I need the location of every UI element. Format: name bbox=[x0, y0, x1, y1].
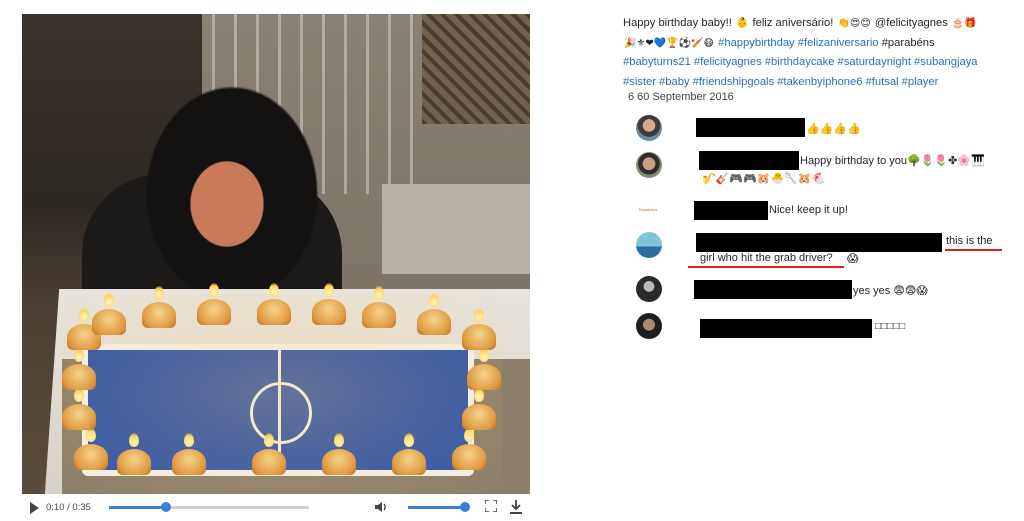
video-candle-flame bbox=[474, 308, 484, 322]
video-candle-flame bbox=[104, 293, 114, 307]
fullscreen-icon[interactable] bbox=[485, 500, 497, 512]
comment-text: Happy birthday to you🌳🌷🌷✤🌸🎹 bbox=[800, 155, 985, 167]
video-frame[interactable] bbox=[22, 14, 530, 494]
video-cupcake bbox=[62, 404, 96, 430]
video-cupcake bbox=[462, 324, 496, 350]
video-cupcake bbox=[322, 449, 356, 475]
comment-text: □□□□□ bbox=[875, 321, 906, 332]
caption-plain-2: #parabéns bbox=[881, 36, 935, 49]
avatar[interactable] bbox=[636, 115, 662, 141]
video-cupcake bbox=[417, 309, 451, 335]
video-progress-knob[interactable] bbox=[161, 502, 172, 512]
cake-emoji-icon: 🎂🎁 bbox=[951, 18, 977, 29]
post-caption: Happy birthday baby!! 👶 feliz aniversári… bbox=[623, 14, 1015, 92]
caption-user-mention[interactable]: @felicityagnes bbox=[875, 17, 948, 29]
video-controls: 0:10 / 0:35 bbox=[22, 494, 530, 521]
avatar[interactable] bbox=[636, 232, 662, 258]
video-candle-flame bbox=[264, 433, 274, 447]
baby-emoji-icon: 👶 bbox=[735, 18, 749, 29]
video-cupcake bbox=[252, 449, 286, 475]
comment-text-underlined: this is the bbox=[946, 235, 993, 247]
redacted-username bbox=[696, 233, 942, 252]
caption-hashtags-4[interactable]: #sister #baby #friendshipgoals #takenbyi… bbox=[623, 73, 1015, 93]
video-shelf bbox=[382, 184, 530, 274]
video-cupcake bbox=[467, 364, 501, 390]
caption-hashtags-2[interactable]: #happybirthday #felizaniversario bbox=[718, 37, 878, 49]
video-cupcake bbox=[257, 299, 291, 325]
video-candle-flame bbox=[154, 286, 164, 300]
caption-hashtags-3[interactable]: #babyturns21 #felicityagnes #birthdaycak… bbox=[623, 53, 1015, 73]
video-candle-flame bbox=[479, 348, 489, 362]
comment-item: □□□□□ bbox=[636, 313, 1016, 341]
video-candle-flame bbox=[464, 428, 474, 442]
volume-knob[interactable] bbox=[460, 502, 470, 512]
party-emoji-icon: 🎉⚜❤💙🏆⚽🏏😷 bbox=[624, 37, 715, 49]
redacted-username bbox=[694, 280, 852, 299]
comment-item: Happy birthday to you🌳🌷🌷✤🌸🎹 🎷🎸🎮🎮🐹🐣🥄🐹🐔 bbox=[636, 151, 1016, 185]
video-progress-fill bbox=[109, 506, 167, 509]
download-icon[interactable] bbox=[509, 499, 523, 515]
video-candle-flame bbox=[324, 283, 334, 297]
video-progress-bar[interactable] bbox=[109, 502, 309, 512]
comment-text: Nice! keep it up! bbox=[769, 204, 848, 216]
avatar[interactable] bbox=[636, 276, 662, 302]
red-underline bbox=[945, 249, 1002, 251]
video-candle-flame bbox=[129, 433, 139, 447]
video-player[interactable]: 0:10 / 0:35 bbox=[22, 14, 530, 521]
video-cupcake bbox=[172, 449, 206, 475]
redacted-username bbox=[700, 319, 872, 338]
video-cupcake bbox=[74, 444, 108, 470]
comment-text: 👍👍👍👍 bbox=[806, 123, 861, 135]
video-candle-flame bbox=[86, 428, 96, 442]
comment-text: yes yes 😨😨😱 bbox=[853, 285, 928, 297]
redacted-username bbox=[694, 201, 768, 220]
video-candle-flame bbox=[374, 286, 384, 300]
video-candle-flame bbox=[209, 283, 219, 297]
comment-text-underlined-2: girl who hit the grab driver? bbox=[700, 252, 833, 264]
avatar[interactable]: Tripadvisor bbox=[636, 199, 662, 225]
caption-greeting: Happy birthday baby!! bbox=[623, 17, 735, 29]
video-cupcake bbox=[197, 299, 231, 325]
video-candle-flame bbox=[474, 388, 484, 402]
comment-item: Tripadvisor Nice! keep it up! bbox=[636, 199, 1016, 227]
comment-text-line2: 🎷🎸🎮🎮🐹🐣🥄🐹🐔 bbox=[702, 173, 826, 185]
video-cupcake bbox=[142, 302, 176, 328]
volume-icon[interactable] bbox=[374, 500, 388, 514]
volume-slider[interactable] bbox=[408, 506, 468, 509]
video-candle-flame bbox=[74, 388, 84, 402]
comment-item: 👍👍👍👍 bbox=[636, 115, 1016, 143]
redacted-username bbox=[696, 118, 805, 137]
comment-item: yes yes 😨😨😱 bbox=[636, 276, 1016, 304]
video-candle-flame bbox=[334, 433, 344, 447]
play-icon[interactable] bbox=[30, 502, 39, 514]
redacted-username bbox=[699, 151, 799, 170]
video-cupcake bbox=[312, 299, 346, 325]
video-chair bbox=[422, 14, 530, 124]
video-candle-flame bbox=[184, 433, 194, 447]
video-cupcake bbox=[117, 449, 151, 475]
video-candle-flame bbox=[79, 308, 89, 322]
caption-line-1: Happy birthday baby!! 👶 feliz aniversári… bbox=[623, 14, 1015, 34]
clap-emoji-icon: 👏😍😊 bbox=[837, 18, 871, 29]
caption-greeting-pt: feliz aniversário! bbox=[749, 17, 837, 29]
video-candle-flame bbox=[269, 283, 279, 297]
video-candle-flame bbox=[74, 348, 84, 362]
avatar[interactable] bbox=[636, 152, 662, 178]
video-time: 0:10 / 0:35 bbox=[46, 502, 91, 513]
red-underline bbox=[688, 266, 844, 268]
video-cupcake bbox=[392, 449, 426, 475]
caption-line-2: 🎉⚜❤💙🏆⚽🏏😷 #happybirthday #felizaniversari… bbox=[623, 34, 1015, 54]
post-date: 6 60 September 2016 bbox=[628, 91, 734, 103]
video-cupcake bbox=[362, 302, 396, 328]
video-candle-flame bbox=[404, 433, 414, 447]
video-cupcake bbox=[62, 364, 96, 390]
video-cupcake bbox=[92, 309, 126, 335]
avatar[interactable] bbox=[636, 313, 662, 339]
comment-item: this is the girl who hit the grab driver… bbox=[636, 232, 1016, 268]
scream-emoji-icon: 😱 bbox=[847, 253, 859, 265]
video-cupcake bbox=[452, 444, 486, 470]
video-candle-flame bbox=[429, 293, 439, 307]
video-cupcake bbox=[462, 404, 496, 430]
